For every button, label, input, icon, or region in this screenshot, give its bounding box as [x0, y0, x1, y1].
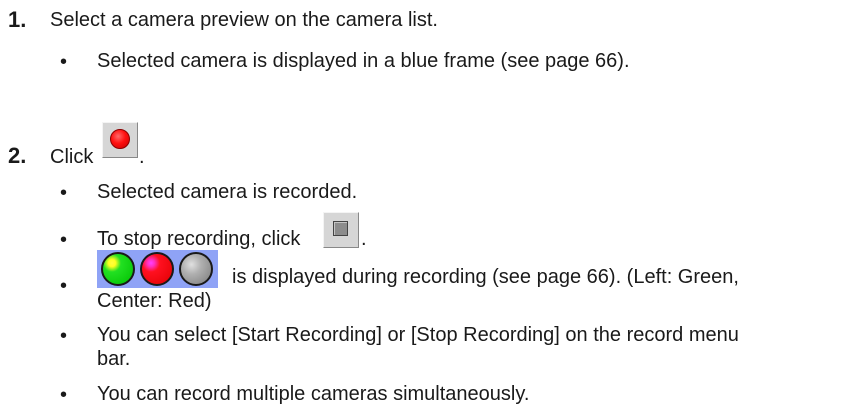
step-2-bullet-stop-text: To stop recording, click [97, 228, 301, 250]
record-button[interactable] [102, 122, 138, 158]
stop-square-icon [333, 221, 348, 236]
step-2-bullet-recorded: Selected camera is recorded. [97, 181, 358, 203]
step-1-text: Select a camera preview on the camera li… [50, 9, 438, 31]
recording-status-indicator [97, 250, 218, 288]
green-lamp-icon [101, 252, 135, 286]
record-red-circle-icon [110, 129, 130, 149]
red-lamp-icon [140, 252, 174, 286]
step-1-number: 1. [8, 7, 27, 32]
step-2-click-label: Click [50, 146, 94, 168]
bullet: • [60, 229, 68, 251]
step-2-bullet-status-line1: is displayed during recording (see page … [232, 266, 739, 288]
bullet: • [60, 325, 68, 347]
step-2-bullet-multiple: You can record multiple cameras simultan… [97, 383, 530, 405]
step-2-bullet-menu-line2: bar. [97, 348, 131, 370]
step-2-number: 2. [8, 143, 27, 168]
gray-lamp-icon [179, 252, 213, 286]
step-2-bullet-status-line2: Center: Red) [97, 290, 212, 312]
step-1-bullet-1: Selected camera is displayed in a blue f… [97, 50, 630, 72]
bullet: • [60, 384, 68, 406]
bullet: • [60, 51, 68, 73]
stop-button[interactable] [323, 212, 359, 248]
step-2-period: . [139, 146, 145, 168]
bullet: • [60, 275, 68, 297]
step-2-bullet-menu-line1: You can select [Start Recording] or [Sto… [97, 324, 739, 346]
step-2-bullet-stop-period: . [361, 228, 367, 250]
bullet: • [60, 182, 68, 204]
